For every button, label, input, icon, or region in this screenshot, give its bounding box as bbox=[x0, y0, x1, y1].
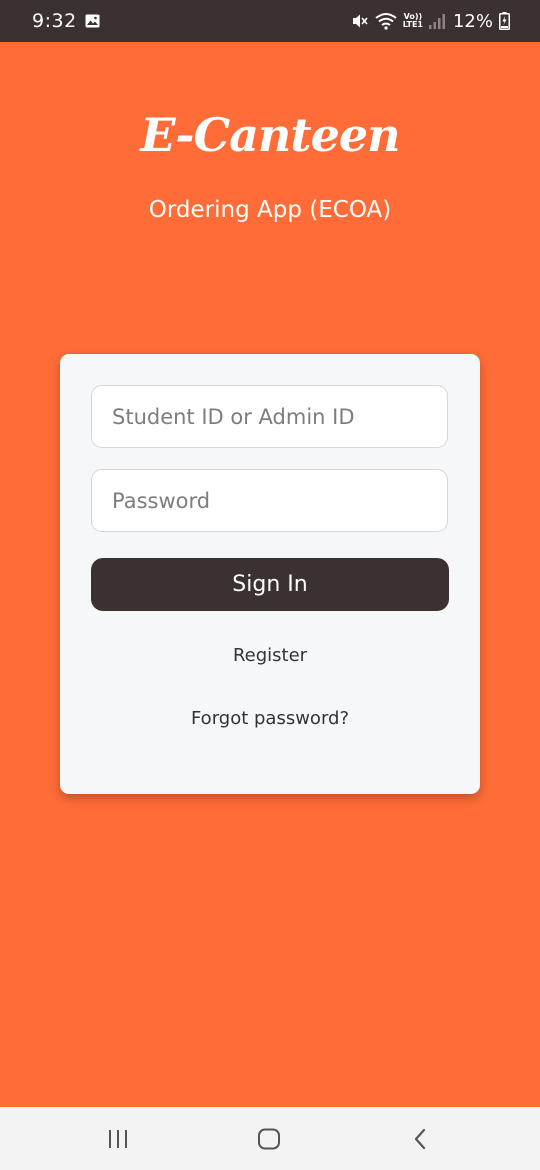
register-link[interactable]: Register bbox=[60, 645, 480, 666]
battery-charging-icon bbox=[499, 12, 510, 30]
navigation-bar bbox=[0, 1107, 540, 1170]
app-logo: E-Canteen bbox=[140, 108, 400, 162]
forgot-password-link[interactable]: Forgot password? bbox=[60, 708, 480, 729]
battery-percent: 12% bbox=[452, 10, 493, 32]
status-bar: 9:32 Vo)) LTE1 12% bbox=[0, 0, 540, 42]
mute-icon bbox=[352, 14, 368, 28]
back-icon bbox=[414, 1128, 426, 1150]
student-id-input[interactable] bbox=[91, 385, 448, 448]
back-button[interactable] bbox=[405, 1125, 435, 1153]
signal-icon bbox=[428, 14, 445, 29]
app-subtitle: Ordering App (ECOA) bbox=[148, 197, 392, 223]
login-card: Sign In Register Forgot password? bbox=[60, 354, 480, 794]
status-right: Vo)) LTE1 12% bbox=[351, 11, 510, 32]
recent-apps-icon bbox=[109, 1130, 127, 1148]
home-button[interactable] bbox=[254, 1125, 284, 1153]
sign-in-button[interactable]: Sign In bbox=[91, 558, 449, 611]
network-bottom-label: LTE1 bbox=[402, 20, 423, 29]
wifi-icon bbox=[375, 13, 397, 30]
recent-apps-button[interactable] bbox=[103, 1125, 133, 1153]
status-time: 9:32 bbox=[32, 10, 77, 32]
gallery-icon bbox=[85, 14, 100, 28]
home-icon bbox=[258, 1128, 280, 1150]
network-type: Vo)) LTE1 bbox=[403, 13, 423, 29]
status-left: 9:32 bbox=[32, 10, 100, 32]
password-input[interactable] bbox=[91, 469, 448, 532]
